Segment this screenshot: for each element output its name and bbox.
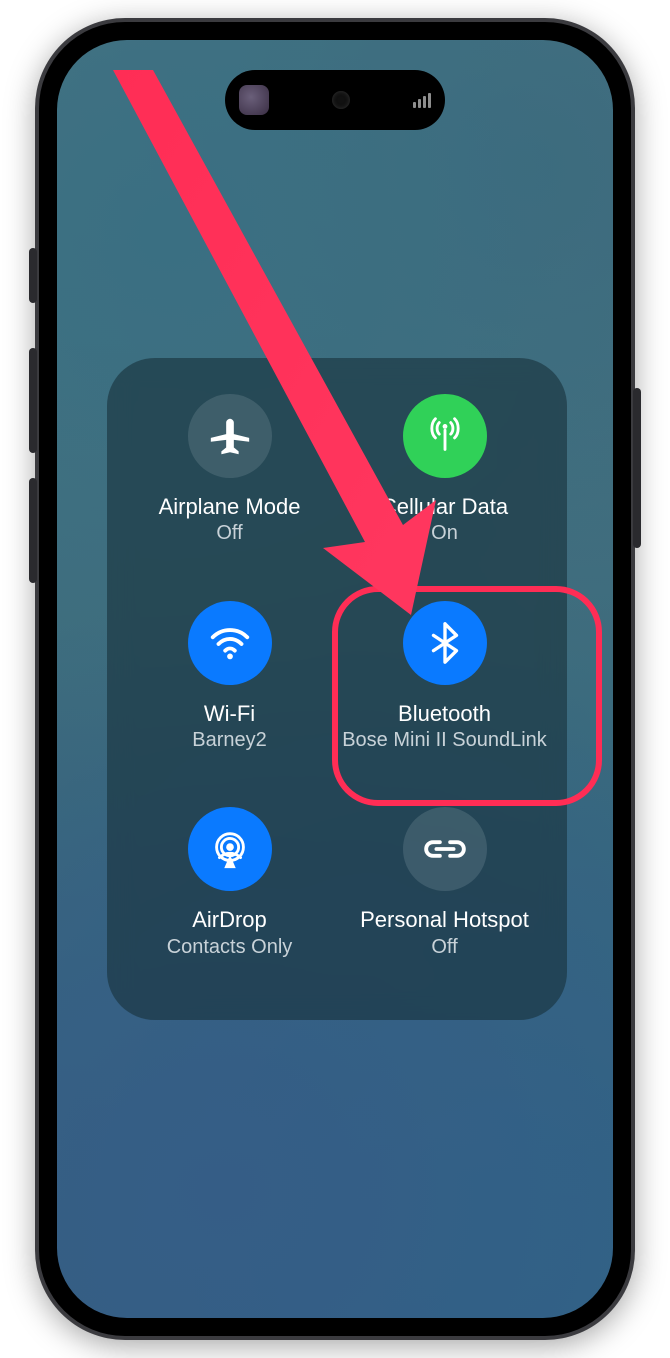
airdrop-toggle[interactable]: AirDrop Contacts Only (125, 801, 334, 994)
wifi-status: Barney2 (192, 728, 267, 752)
airplane-label: Airplane Mode (159, 494, 301, 519)
wifi-label: Wi-Fi (204, 701, 255, 726)
airplane-icon (188, 394, 272, 478)
mute-switch (29, 248, 37, 303)
hotspot-label: Personal Hotspot (360, 907, 529, 932)
bluetooth-toggle[interactable]: Bluetooth Bose Mini II SoundLink (340, 595, 549, 788)
cellular-status: On (431, 521, 458, 545)
hotspot-status: Off (431, 935, 457, 959)
iphone-frame: Airplane Mode Off (35, 18, 635, 1340)
volume-down-button (29, 478, 37, 583)
cellular-label: Cellular Data (381, 494, 508, 519)
cellular-icon (403, 394, 487, 478)
front-camera-icon (332, 91, 350, 109)
dynamic-island (225, 70, 445, 130)
connectivity-panel: Airplane Mode Off (107, 358, 567, 1020)
airdrop-status: Contacts Only (167, 935, 293, 959)
audio-bars-icon (413, 93, 431, 108)
airdrop-icon (188, 807, 272, 891)
airplane-mode-toggle[interactable]: Airplane Mode Off (125, 388, 334, 581)
volume-up-button (29, 348, 37, 453)
phone-bezel: Airplane Mode Off (39, 22, 631, 1336)
personal-hotspot-toggle[interactable]: Personal Hotspot Off (340, 801, 549, 994)
bluetooth-icon (403, 601, 487, 685)
bluetooth-label: Bluetooth (398, 701, 491, 726)
wifi-icon (188, 601, 272, 685)
cellular-data-toggle[interactable]: Cellular Data On (340, 388, 549, 581)
wifi-toggle[interactable]: Wi-Fi Barney2 (125, 595, 334, 788)
airdrop-label: AirDrop (192, 907, 267, 932)
airplane-status: Off (216, 521, 242, 545)
hotspot-icon (403, 807, 487, 891)
power-button (633, 388, 641, 548)
island-thumbnail (239, 85, 269, 115)
bluetooth-status: Bose Mini II SoundLink (342, 728, 547, 752)
screen: Airplane Mode Off (57, 40, 613, 1318)
